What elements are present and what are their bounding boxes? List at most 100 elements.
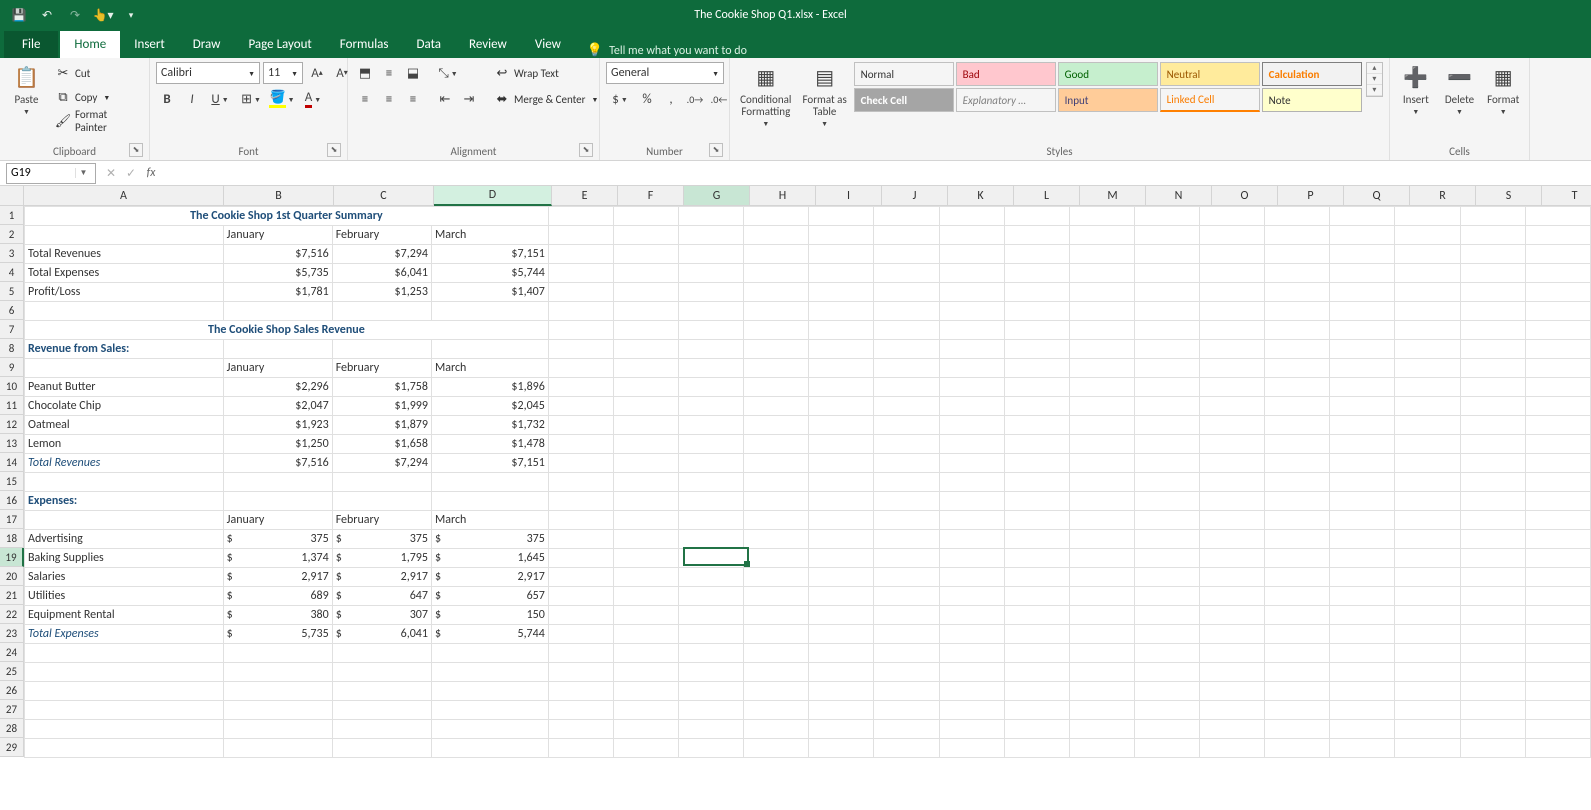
cell-T26[interactable] — [1525, 682, 1590, 701]
cell-K1[interactable] — [939, 207, 1004, 226]
cell-A7[interactable]: The Cookie Shop Sales Revenue — [25, 321, 549, 340]
cell-P3[interactable] — [1265, 245, 1330, 264]
row-header-6[interactable]: 6 — [0, 301, 24, 320]
cell-H17[interactable] — [744, 511, 809, 530]
cell-O3[interactable] — [1200, 245, 1265, 264]
cell-L24[interactable] — [1004, 644, 1069, 663]
cell-K6[interactable] — [939, 302, 1004, 321]
cell-K2[interactable] — [939, 226, 1004, 245]
cell-B4[interactable]: $5,735 — [223, 264, 332, 283]
cell-I9[interactable] — [809, 359, 874, 378]
cell-I22[interactable] — [809, 606, 874, 625]
cell-I16[interactable] — [809, 492, 874, 511]
cell-R6[interactable] — [1395, 302, 1460, 321]
name-box-input[interactable] — [7, 166, 75, 180]
fill-color-button[interactable]: 🪣▼ — [268, 88, 296, 110]
tab-draw[interactable]: Draw — [179, 31, 235, 58]
cell-F23[interactable] — [613, 625, 678, 644]
cell-J25[interactable] — [874, 663, 939, 682]
cell-Q9[interactable] — [1330, 359, 1395, 378]
cell-S18[interactable] — [1460, 530, 1525, 549]
cell-A13[interactable]: Lemon — [25, 435, 224, 454]
style-good[interactable]: Good — [1058, 62, 1158, 86]
column-header-J[interactable]: J — [882, 186, 948, 206]
cell-I7[interactable] — [809, 321, 874, 340]
cell-B9[interactable]: January — [223, 359, 332, 378]
cell-R13[interactable] — [1395, 435, 1460, 454]
alignment-dialog-launcher[interactable]: ⬊ — [579, 143, 593, 157]
cell-F25[interactable] — [613, 663, 678, 682]
cell-P26[interactable] — [1265, 682, 1330, 701]
cell-N27[interactable] — [1134, 701, 1199, 720]
style-linked-cell[interactable]: Linked Cell — [1160, 88, 1260, 112]
cell-I15[interactable] — [809, 473, 874, 492]
cell-K26[interactable] — [939, 682, 1004, 701]
cell-B28[interactable] — [223, 720, 332, 739]
cell-D3[interactable]: $7,151 — [431, 245, 548, 264]
cell-G24[interactable] — [679, 644, 744, 663]
cell-G19[interactable] — [679, 549, 744, 568]
column-header-N[interactable]: N — [1146, 186, 1212, 206]
cell-M24[interactable] — [1069, 644, 1134, 663]
cell-F24[interactable] — [613, 644, 678, 663]
cell-C17[interactable]: February — [332, 511, 431, 530]
cell-H4[interactable] — [744, 264, 809, 283]
cell-P9[interactable] — [1265, 359, 1330, 378]
cell-L4[interactable] — [1004, 264, 1069, 283]
cell-B14[interactable]: $7,516 — [223, 454, 332, 473]
cell-L11[interactable] — [1004, 397, 1069, 416]
cell-E9[interactable] — [548, 359, 613, 378]
cell-T19[interactable] — [1525, 549, 1590, 568]
bold-button[interactable]: B — [156, 88, 178, 110]
cell-A4[interactable]: Total Expenses — [25, 264, 224, 283]
cell-M7[interactable] — [1069, 321, 1134, 340]
cell-B12[interactable]: $1,923 — [223, 416, 332, 435]
cell-E6[interactable] — [548, 302, 613, 321]
cell-L14[interactable] — [1004, 454, 1069, 473]
cell-R25[interactable] — [1395, 663, 1460, 682]
cell-J10[interactable] — [874, 378, 939, 397]
cell-G28[interactable] — [679, 720, 744, 739]
decrease-decimal-button[interactable]: .0← — [708, 88, 730, 110]
cell-N12[interactable] — [1134, 416, 1199, 435]
row-header-1[interactable]: 1 — [0, 206, 24, 225]
cell-L28[interactable] — [1004, 720, 1069, 739]
tell-me-search[interactable]: 💡 Tell me what you want to do — [587, 43, 747, 58]
cell-I5[interactable] — [809, 283, 874, 302]
cell-D11[interactable]: $2,045 — [431, 397, 548, 416]
cell-Q23[interactable] — [1330, 625, 1395, 644]
cell-D26[interactable] — [431, 682, 548, 701]
tab-view[interactable]: View — [521, 31, 575, 58]
cell-F21[interactable] — [613, 587, 678, 606]
cell-Q12[interactable] — [1330, 416, 1395, 435]
column-header-R[interactable]: R — [1410, 186, 1476, 206]
cell-N20[interactable] — [1134, 568, 1199, 587]
cell-M4[interactable] — [1069, 264, 1134, 283]
cell-M6[interactable] — [1069, 302, 1134, 321]
cell-E15[interactable] — [548, 473, 613, 492]
align-left-button[interactable]: ≡ — [354, 88, 376, 110]
cell-D28[interactable] — [431, 720, 548, 739]
column-header-B[interactable]: B — [224, 186, 334, 206]
cell-O21[interactable] — [1200, 587, 1265, 606]
cell-P10[interactable] — [1265, 378, 1330, 397]
cell-J26[interactable] — [874, 682, 939, 701]
cell-J20[interactable] — [874, 568, 939, 587]
cell-K18[interactable] — [939, 530, 1004, 549]
touch-mode-icon[interactable]: 👆▾ — [92, 4, 114, 26]
name-box-dropdown[interactable]: ▼ — [75, 168, 91, 178]
cell-C25[interactable] — [332, 663, 431, 682]
cell-A9[interactable] — [25, 359, 224, 378]
cell-Q14[interactable] — [1330, 454, 1395, 473]
cell-A18[interactable]: Advertising — [25, 530, 224, 549]
save-icon[interactable]: 💾 — [8, 4, 30, 26]
cell-H26[interactable] — [744, 682, 809, 701]
cell-J4[interactable] — [874, 264, 939, 283]
cell-T27[interactable] — [1525, 701, 1590, 720]
cell-J13[interactable] — [874, 435, 939, 454]
cell-A8[interactable]: Revenue from Sales: — [25, 340, 224, 359]
cell-S23[interactable] — [1460, 625, 1525, 644]
cell-L23[interactable] — [1004, 625, 1069, 644]
cell-R14[interactable] — [1395, 454, 1460, 473]
cell-O27[interactable] — [1200, 701, 1265, 720]
